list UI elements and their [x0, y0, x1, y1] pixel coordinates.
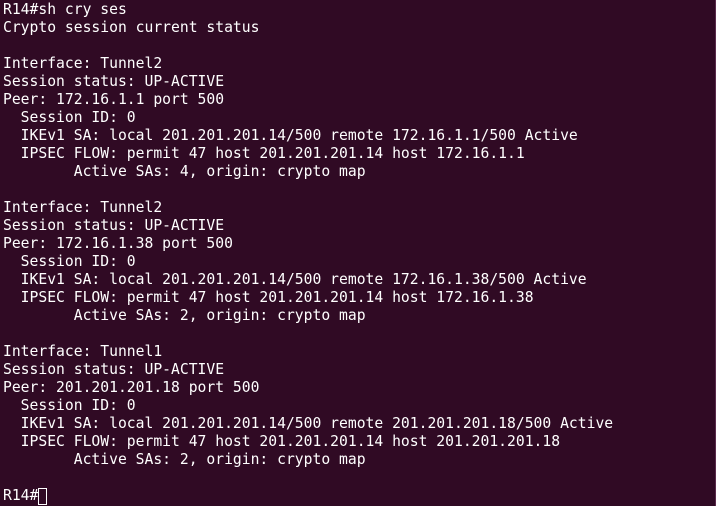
terminal-line: IPSEC FLOW: permit 47 host 201.201.201.1… [3, 433, 561, 450]
terminal-line: Peer: 172.16.1.1 port 500 [3, 91, 225, 108]
terminal-line: IKEv1 SA: local 201.201.201.14/500 remot… [3, 415, 614, 432]
terminal-line: Session status: UP-ACTIVE [3, 73, 225, 90]
terminal-line: Interface: Tunnel2 [3, 199, 163, 216]
terminal-line: Session ID: 0 [3, 109, 136, 126]
terminal-line: Active SAs: 2, origin: crypto map [3, 307, 366, 324]
terminal-line: Active SAs: 2, origin: crypto map [3, 451, 366, 468]
terminal-line: Session ID: 0 [3, 253, 136, 270]
terminal-line: Peer: 201.201.201.18 port 500 [3, 379, 260, 396]
terminal-line: Interface: Tunnel1 [3, 343, 163, 360]
terminal-line: Session ID: 0 [3, 397, 136, 414]
terminal-line: IPSEC FLOW: permit 47 host 201.201.201.1… [3, 145, 525, 162]
terminal-line: R14#sh cry ses [3, 1, 127, 18]
terminal-line: IKEv1 SA: local 201.201.201.14/500 remot… [3, 271, 587, 288]
terminal-line: Session status: UP-ACTIVE [3, 361, 225, 378]
terminal-line: Crypto session current status [3, 19, 260, 36]
command-prompt-line[interactable]: R14# [3, 487, 716, 505]
prompt-text: R14# [3, 487, 39, 504]
terminal-line: Interface: Tunnel2 [3, 55, 163, 72]
terminal-line: IPSEC FLOW: permit 47 host 201.201.201.1… [3, 289, 534, 306]
terminal-line: Session status: UP-ACTIVE [3, 217, 225, 234]
terminal-window[interactable]: R14#sh cry ses Crypto session current st… [0, 0, 716, 506]
terminal-line: IKEv1 SA: local 201.201.201.14/500 remot… [3, 127, 578, 144]
terminal-line: Peer: 172.16.1.38 port 500 [3, 235, 233, 252]
terminal-line: Active SAs: 4, origin: crypto map [3, 163, 366, 180]
cursor-block [38, 487, 48, 505]
